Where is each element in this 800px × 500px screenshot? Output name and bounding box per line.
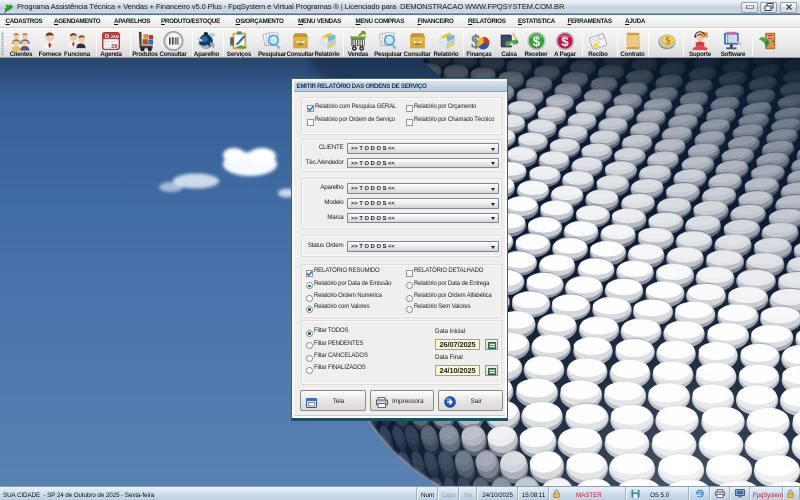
svg-text:29: 29 bbox=[111, 44, 117, 50]
svg-text:$: $ bbox=[532, 34, 540, 49]
svg-text:JAN: JAN bbox=[111, 34, 119, 39]
svg-text:EXIT: EXIT bbox=[767, 35, 774, 39]
svg-text:$: $ bbox=[561, 34, 569, 49]
svg-text:$: $ bbox=[665, 36, 670, 47]
